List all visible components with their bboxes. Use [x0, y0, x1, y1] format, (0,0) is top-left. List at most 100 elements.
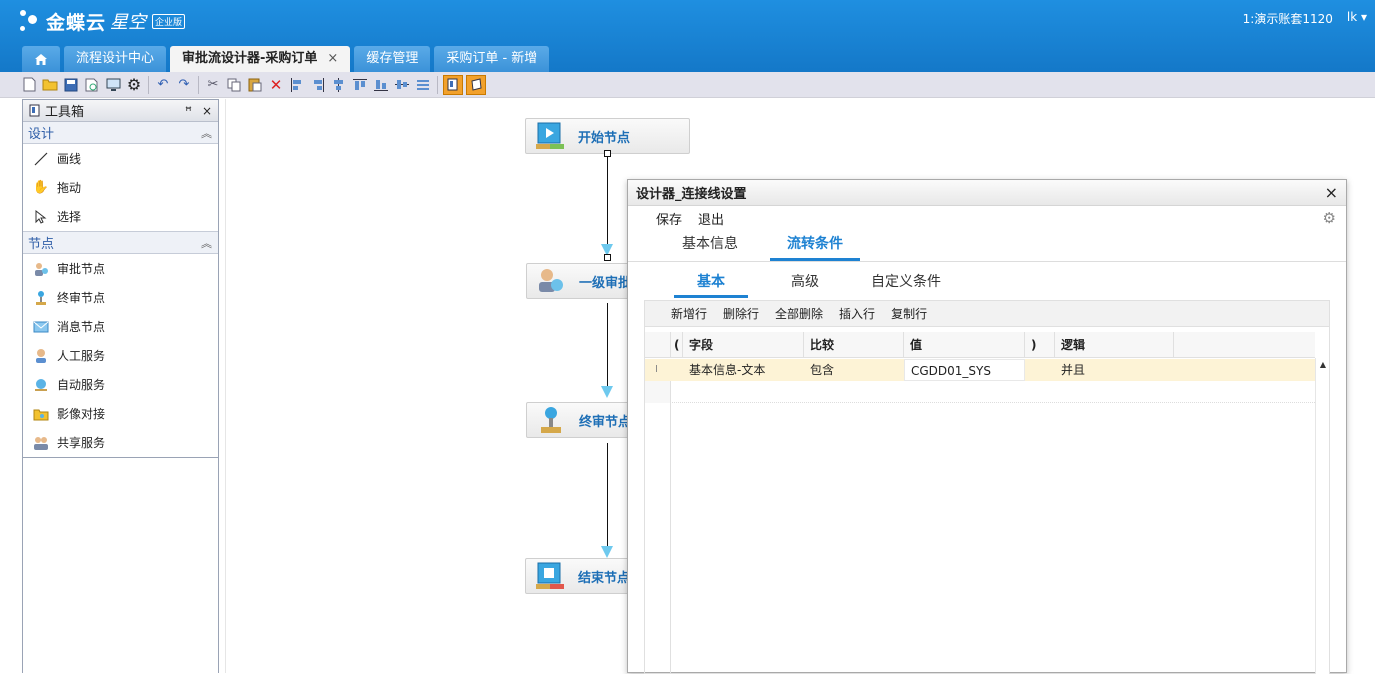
- col-field[interactable]: 字段: [683, 332, 804, 358]
- tab-basic-info[interactable]: 基本信息: [660, 231, 760, 261]
- add-row-button[interactable]: 新增行: [671, 305, 707, 322]
- tool-final-approval-node[interactable]: 终审节点: [23, 283, 218, 312]
- pin-icon[interactable]: ꟸ: [185, 104, 192, 118]
- grid-toolbar: 新增行 删除行 全部删除 插入行 复制行: [645, 301, 1329, 327]
- redo-icon[interactable]: ↷: [175, 76, 193, 94]
- connector-line[interactable]: [607, 303, 608, 389]
- align-middle-icon[interactable]: [393, 76, 411, 94]
- scroll-up-icon[interactable]: ▲: [1316, 358, 1330, 372]
- cell-logic[interactable]: 并且: [1055, 359, 1174, 381]
- table-row[interactable]: I 基本信息-文本 包含 CGDD01_SYS 并且: [645, 359, 1315, 381]
- cell-left-paren[interactable]: [671, 359, 683, 381]
- connector-line[interactable]: [607, 157, 608, 253]
- monitor-icon[interactable]: [104, 76, 122, 94]
- tab-approval-designer[interactable]: 审批流设计器-采购订单 ×: [170, 46, 351, 72]
- new-file-icon[interactable]: [20, 76, 38, 94]
- col-compare[interactable]: 比较: [804, 332, 904, 358]
- tool-auto-service[interactable]: 自动服务: [23, 370, 218, 399]
- flow-node-final-approval[interactable]: 终审节点: [526, 402, 636, 438]
- empty-row[interactable]: [645, 381, 1315, 403]
- tab-process-center[interactable]: 流程设计中心: [64, 46, 167, 72]
- tab-purchase-order-new[interactable]: 采购订单 - 新增: [434, 46, 550, 72]
- align-center-icon[interactable]: [330, 76, 348, 94]
- user-menu[interactable]: lk ▾: [1347, 10, 1367, 27]
- collapse-chevron-icon[interactable]: ︽: [201, 235, 218, 251]
- subtab-advanced[interactable]: 高级: [760, 268, 850, 298]
- col-logic[interactable]: 逻辑: [1055, 332, 1174, 358]
- toolbox-close-icon[interactable]: ×: [202, 104, 212, 118]
- col-right-paren[interactable]: ): [1025, 332, 1055, 358]
- end-node-icon: [534, 561, 566, 591]
- delete-icon[interactable]: ✕: [267, 76, 285, 94]
- preview-icon[interactable]: [83, 76, 101, 94]
- subtab-basic[interactable]: 基本: [674, 268, 748, 298]
- delete-row-button[interactable]: 删除行: [723, 305, 759, 322]
- tool-manual-service[interactable]: 人工服务: [23, 341, 218, 370]
- flow-node-start[interactable]: 开始节点: [525, 118, 690, 154]
- tab-close-icon[interactable]: ×: [327, 51, 338, 66]
- tool-approval-node[interactable]: 审批节点: [23, 254, 218, 283]
- account-selector[interactable]: 1:演示账套1120: [1243, 10, 1333, 27]
- home-icon: [35, 53, 47, 65]
- align-right-icon[interactable]: [309, 76, 327, 94]
- exit-button[interactable]: 退出: [698, 209, 724, 228]
- connector-handle[interactable]: [604, 150, 611, 157]
- copy-icon[interactable]: [225, 76, 243, 94]
- dialog-titlebar[interactable]: 设计器_连接线设置 ×: [628, 180, 1346, 206]
- connector-arrow: [601, 386, 613, 398]
- connector-line[interactable]: [607, 443, 608, 547]
- properties-toggle-icon[interactable]: [466, 74, 486, 95]
- message-icon: [33, 319, 49, 335]
- save-button[interactable]: 保存: [656, 209, 682, 228]
- collapse-chevron-icon[interactable]: ︽: [201, 125, 218, 141]
- undo-icon[interactable]: ↶: [154, 76, 172, 94]
- auto-icon: [33, 377, 49, 393]
- connector-handle[interactable]: [604, 254, 611, 261]
- approver-icon: [33, 261, 49, 277]
- flow-node-first-approval[interactable]: 一级审批: [526, 263, 636, 299]
- cut-icon[interactable]: ✂: [204, 76, 222, 94]
- tab-home[interactable]: [22, 46, 60, 72]
- copy-row-button[interactable]: 复制行: [891, 305, 927, 322]
- cell-compare[interactable]: 包含: [804, 359, 904, 381]
- tool-message-node[interactable]: 消息节点: [23, 312, 218, 341]
- dialog-title: 设计器_连接线设置: [636, 187, 747, 202]
- tool-shared-service[interactable]: 共享服务: [23, 428, 218, 457]
- dialog-close-icon[interactable]: ×: [1325, 183, 1346, 202]
- col-value[interactable]: 值: [904, 332, 1025, 358]
- condition-subtabs: 基本 高级 自定义条件: [628, 262, 1346, 298]
- share-icon: [33, 435, 49, 451]
- toolbox-toggle-icon[interactable]: [443, 74, 463, 95]
- tab-cache-management[interactable]: 缓存管理: [354, 46, 431, 72]
- align-bottom-icon[interactable]: [372, 76, 390, 94]
- account-area: 1:演示账套1120 lk ▾: [1243, 10, 1367, 27]
- col-left-paren[interactable]: (: [671, 332, 683, 358]
- insert-row-button[interactable]: 插入行: [839, 305, 875, 322]
- open-folder-icon[interactable]: [41, 76, 59, 94]
- tool-drag[interactable]: ✋ 拖动: [23, 173, 218, 202]
- cell-field[interactable]: 基本信息-文本: [683, 359, 804, 381]
- tool-select[interactable]: 选择: [23, 202, 218, 231]
- cell-value-input[interactable]: CGDD01_SYS: [904, 359, 1025, 381]
- grid-scrollbar[interactable]: ▲: [1315, 358, 1329, 674]
- flow-node-end[interactable]: 结束节点: [525, 558, 635, 594]
- align-top-icon[interactable]: [351, 76, 369, 94]
- design-tools-list: 画线 ✋ 拖动 选择: [23, 144, 218, 232]
- delete-all-button[interactable]: 全部删除: [775, 305, 823, 322]
- cell-right-paren[interactable]: [1025, 359, 1055, 381]
- tool-image-connect[interactable]: 影像对接: [23, 399, 218, 428]
- subtab-custom-condition[interactable]: 自定义条件: [856, 268, 956, 298]
- align-left-icon[interactable]: [288, 76, 306, 94]
- distribute-icon[interactable]: [414, 76, 432, 94]
- paste-icon[interactable]: [246, 76, 264, 94]
- toolbox-section-nodes[interactable]: 节点 ︽: [23, 232, 218, 254]
- main-tabs: 流程设计中心 审批流设计器-采购订单 × 缓存管理 采购订单 - 新增: [22, 46, 550, 72]
- dialog-menu: 保存 退出 ⚙: [628, 206, 1346, 230]
- save-icon[interactable]: [62, 76, 80, 94]
- tab-flow-condition[interactable]: 流转条件: [770, 231, 860, 261]
- tool-draw-line[interactable]: 画线: [23, 144, 218, 173]
- dialog-settings-gear-icon[interactable]: ⚙: [1323, 209, 1346, 227]
- node-tools-list: 审批节点 终审节点 消息节点 人工服务 自动服务 影像对接 共享服务: [23, 254, 218, 458]
- toolbox-section-design[interactable]: 设计 ︽: [23, 122, 218, 144]
- settings-gear-icon[interactable]: ⚙: [125, 75, 143, 94]
